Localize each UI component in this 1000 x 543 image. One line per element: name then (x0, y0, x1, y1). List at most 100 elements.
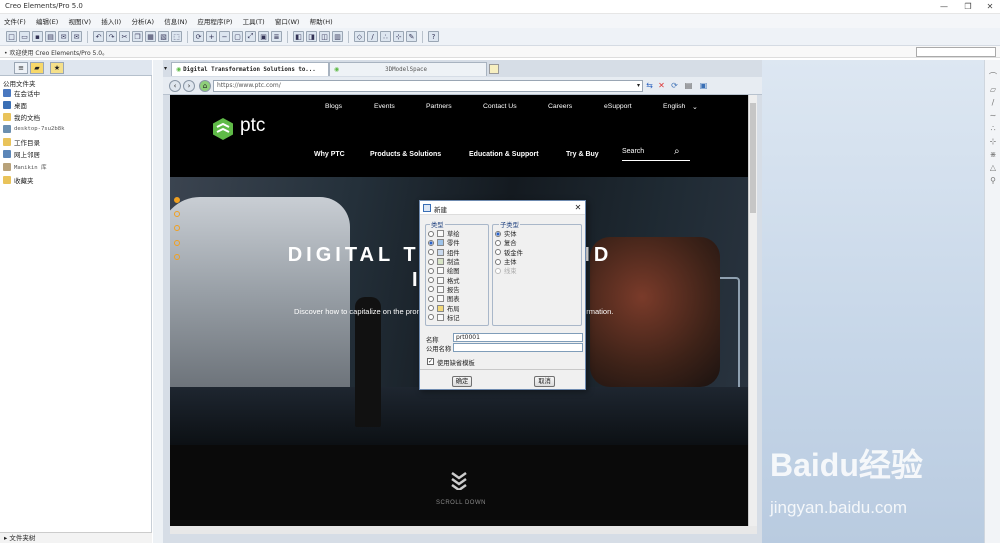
datum-plane-icon[interactable]: ▱ (988, 85, 998, 95)
menu-edit[interactable]: 编辑(E) (32, 14, 62, 28)
menu-file[interactable]: 文件(F) (0, 14, 30, 28)
model-tree-tab-icon[interactable]: ≡ (14, 62, 28, 74)
folder-browser-tab-icon[interactable]: ▰ (30, 62, 44, 74)
nav-careers[interactable]: Careers (548, 103, 572, 110)
forward-icon[interactable]: › (183, 80, 195, 92)
type-option-sketch[interactable]: 草绘 (428, 229, 488, 238)
regenerate-icon[interactable]: ⟳ (193, 31, 204, 42)
radio-button[interactable] (428, 314, 434, 321)
common-name-field[interactable] (453, 343, 583, 352)
datum-point-icon[interactable]: ∴ (988, 124, 998, 134)
radio-button[interactable] (428, 305, 434, 312)
wireframe-icon[interactable]: ▥ (332, 31, 343, 42)
menu-tools[interactable]: 工具(T) (239, 14, 269, 28)
coordinate-system-icon[interactable]: ⊹ (988, 137, 998, 147)
nav-partners[interactable]: Partners (426, 103, 452, 110)
selection-filter[interactable] (916, 47, 996, 57)
subtype-option-composite[interactable]: 复合 (495, 238, 579, 247)
ptc-logo-icon[interactable] (212, 117, 234, 141)
carousel-dot[interactable] (174, 254, 180, 260)
tab-dropdown-icon[interactable]: ▾ (164, 65, 167, 72)
carousel-dot[interactable] (174, 225, 180, 231)
back-icon[interactable]: ‹ (169, 80, 181, 92)
radio-button[interactable] (428, 230, 434, 237)
hidden-line-icon[interactable]: ◫ (319, 31, 330, 42)
search-icon[interactable]: ⌕ (674, 146, 680, 157)
use-template-checkbox[interactable]: ✓ (427, 358, 434, 365)
nav-products[interactable]: Products & Solutions (370, 151, 441, 158)
sketched-curve-icon[interactable]: △ (988, 163, 998, 173)
site-search-input[interactable]: Search (622, 148, 644, 155)
subtype-option-sheetmetal[interactable]: 钣金件 (495, 248, 579, 257)
nav-item-computer[interactable]: desktop-7su2b8k (3, 123, 65, 135)
refit-icon[interactable]: ▢ (232, 31, 243, 42)
coordinate-systems-icon[interactable]: ⊹ (393, 31, 404, 42)
browser-tab-3dmodelspace[interactable]: ◉ 3DModelSpace (329, 62, 487, 76)
sketch-tool-icon[interactable]: ⌒ (988, 72, 998, 82)
dialog-close-icon[interactable]: ✕ (573, 202, 583, 213)
nav-blogs[interactable]: Blogs (325, 103, 342, 110)
radio-button[interactable] (428, 267, 434, 274)
nav-events[interactable]: Events (374, 103, 395, 110)
analysis-icon[interactable]: ⋇ (988, 150, 998, 160)
menu-analysis[interactable]: 分析(A) (127, 14, 158, 28)
type-option-format[interactable]: 格式 (428, 275, 488, 285)
radio-button[interactable] (495, 230, 501, 237)
refresh-icon[interactable]: ⟳ (669, 80, 680, 91)
radio-button[interactable] (428, 258, 434, 265)
minimize-button[interactable]: — (934, 1, 954, 12)
select-icon[interactable]: ⬚ (171, 31, 182, 42)
type-option-report[interactable]: 报告 (428, 285, 488, 294)
radio-button[interactable] (428, 239, 434, 246)
nav-item-working-dir[interactable]: 工作目录 (3, 136, 40, 148)
nav-item-documents[interactable]: 我的文档 (3, 111, 40, 123)
email-icon[interactable]: ✉ (58, 31, 69, 42)
menu-window[interactable]: 窗口(W) (271, 14, 304, 28)
paste-special-icon[interactable]: ▧ (158, 31, 169, 42)
saved-views-icon[interactable]: ▣ (258, 31, 269, 42)
redo-icon[interactable]: ↷ (106, 31, 117, 42)
nav-item-manikin[interactable]: Manikin 库 (3, 161, 47, 173)
reorient-icon[interactable]: ⤢ (245, 31, 256, 42)
ok-button[interactable]: 确定 (452, 376, 472, 387)
menu-info[interactable]: 信息(N) (160, 14, 191, 28)
type-option-layout[interactable]: 布局 (428, 303, 488, 313)
radio-button[interactable] (428, 295, 434, 302)
undo-icon[interactable]: ↶ (93, 31, 104, 42)
stop-icon[interactable]: ✕ (656, 80, 667, 91)
carousel-dot[interactable] (174, 240, 180, 246)
menu-view[interactable]: 视图(V) (64, 14, 95, 28)
nav-esupport[interactable]: eSupport (604, 103, 632, 110)
radio-button[interactable] (495, 239, 501, 246)
menu-applications[interactable]: 应用程序(P) (193, 14, 236, 28)
save-icon[interactable]: ▪ (32, 31, 43, 42)
save-page-icon[interactable]: ▣ (698, 80, 709, 91)
print-icon[interactable]: ▤ (45, 31, 56, 42)
nav-language[interactable]: English (663, 103, 685, 110)
nav-item-desktop[interactable]: 桌面 (3, 99, 27, 111)
subtype-option-bulk[interactable]: 主体 (495, 257, 579, 266)
close-button[interactable]: ✕ (980, 1, 1000, 12)
nav-item-in-session[interactable]: 在会话中 (3, 87, 40, 99)
context-help-icon[interactable]: ? (428, 31, 439, 42)
scroll-down-label[interactable]: SCROLL DOWN (436, 500, 486, 506)
home-icon[interactable]: ⌂ (199, 80, 211, 92)
layers-icon[interactable]: ≣ (271, 31, 282, 42)
type-option-part[interactable]: 零件 (428, 238, 488, 247)
radio-button[interactable] (428, 286, 434, 293)
url-dropdown-icon[interactable]: ▾ (633, 80, 644, 91)
cut-icon[interactable]: ✂ (119, 31, 130, 42)
paste-icon[interactable]: ▦ (145, 31, 156, 42)
panel-sash[interactable] (153, 60, 163, 543)
copy-icon[interactable]: ❐ (132, 31, 143, 42)
type-option-drawing[interactable]: 绘图 (428, 266, 488, 275)
language-chevron-icon[interactable]: ⌄ (692, 103, 698, 111)
type-option-manufacturing[interactable]: 制造 (428, 257, 488, 266)
favorites-tab-icon[interactable]: ★ (50, 62, 64, 74)
radio-button[interactable] (495, 258, 501, 265)
radio-button[interactable] (495, 249, 501, 256)
datum-tools-icon[interactable]: ⚲ (988, 176, 998, 186)
nav-try-buy[interactable]: Try & Buy (566, 151, 599, 158)
type-option-diagram[interactable]: 图表 (428, 294, 488, 303)
subtype-option-solid[interactable]: 实体 (495, 229, 579, 238)
